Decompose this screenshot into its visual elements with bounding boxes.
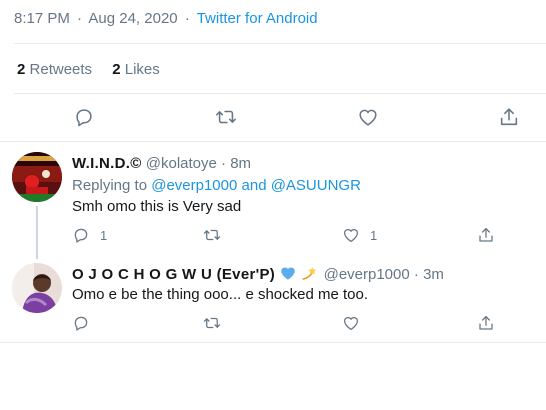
share-button[interactable]	[477, 312, 495, 334]
likes-count: 2	[112, 61, 121, 78]
like-icon	[343, 317, 359, 331]
reply-icon	[74, 316, 88, 331]
likes-stat[interactable]: 2 Likes	[112, 61, 160, 78]
separator: ·	[413, 266, 419, 283]
like-button[interactable]: 1	[342, 224, 377, 246]
reply-button[interactable]	[72, 312, 100, 334]
retweet-icon	[203, 229, 221, 241]
replying-to-mentions[interactable]: @everp1000 and @ASUUNGR	[151, 177, 361, 194]
reply-action-bar	[72, 312, 512, 334]
dizzy-emoji-icon	[302, 267, 317, 280]
blue-heart-emoji-icon	[281, 267, 295, 280]
like-icon	[359, 109, 377, 126]
separator: ·	[221, 155, 227, 172]
replying-to-label: Replying to	[72, 177, 148, 194]
likes-label: Likes	[124, 61, 160, 78]
reply-time[interactable]: 8m	[230, 155, 251, 172]
display-name[interactable]: O J O C H O G W U (Ever'P)	[72, 266, 275, 283]
retweets-count: 2	[17, 61, 26, 78]
share-icon	[479, 227, 493, 242]
divider	[0, 342, 546, 343]
tweet-stats: 2 Retweets 2 Likes	[17, 61, 176, 78]
reply-header: W.I.N.D.© @kolatoye · 8m	[72, 155, 251, 172]
reply-button[interactable]: 1	[72, 224, 107, 246]
replying-to: Replying to @everp1000 and @ASUUNGR	[72, 177, 361, 194]
reply-text: Omo e be the thing ooo... e shocked me t…	[72, 286, 369, 303]
tweet-action-bar	[0, 102, 546, 132]
retweets-label: Retweets	[29, 61, 93, 78]
retweet-icon	[203, 317, 221, 329]
reply-action-bar: 1 1	[72, 224, 512, 246]
reply-button[interactable]	[69, 102, 99, 132]
retweet-button[interactable]	[211, 102, 241, 132]
tweet-date: Aug 24, 2020	[88, 10, 178, 27]
avatar[interactable]	[12, 263, 62, 313]
username[interactable]: @kolatoye	[146, 155, 217, 172]
tweet-meta-separator: ·	[184, 10, 190, 27]
retweet-button[interactable]	[203, 224, 231, 246]
reply-icon	[76, 109, 92, 127]
share-button[interactable]	[494, 102, 524, 132]
thread-connector	[36, 206, 38, 259]
retweet-icon	[216, 110, 236, 124]
like-button[interactable]	[342, 312, 370, 334]
divider	[14, 93, 546, 94]
like-button[interactable]	[353, 102, 383, 132]
reply-tweet[interactable]: W.I.N.D.© @kolatoye · 8m Replying to @ev…	[0, 142, 546, 259]
reply-header: O J O C H O G W U (Ever'P) @everp1000 · …	[72, 264, 444, 283]
reply-time[interactable]: 3m	[423, 266, 444, 283]
reply-tweet[interactable]: O J O C H O G W U (Ever'P) @everp1000 · …	[0, 257, 546, 342]
like-icon	[343, 229, 359, 243]
divider	[14, 43, 546, 44]
avatar[interactable]	[12, 152, 62, 202]
retweets-stat[interactable]: 2 Retweets	[17, 61, 96, 78]
tweet-meta-separator: ·	[77, 10, 83, 27]
share-button[interactable]	[477, 224, 495, 246]
tweet-timestamp: 8:17 PM · Aug 24, 2020 · Twitter for And…	[14, 10, 318, 27]
share-icon	[479, 315, 493, 330]
like-count: 1	[370, 227, 378, 243]
tweet-client-link[interactable]: Twitter for Android	[197, 10, 318, 27]
username[interactable]: @everp1000	[324, 266, 410, 283]
retweet-button[interactable]	[203, 312, 231, 334]
reply-icon	[74, 228, 88, 243]
tweet-time: 8:17 PM	[14, 10, 70, 27]
display-name[interactable]: W.I.N.D.©	[72, 155, 142, 172]
share-icon	[500, 108, 518, 126]
reply-text: Smh omo this is Very sad	[72, 198, 242, 215]
reply-count: 1	[100, 227, 108, 243]
